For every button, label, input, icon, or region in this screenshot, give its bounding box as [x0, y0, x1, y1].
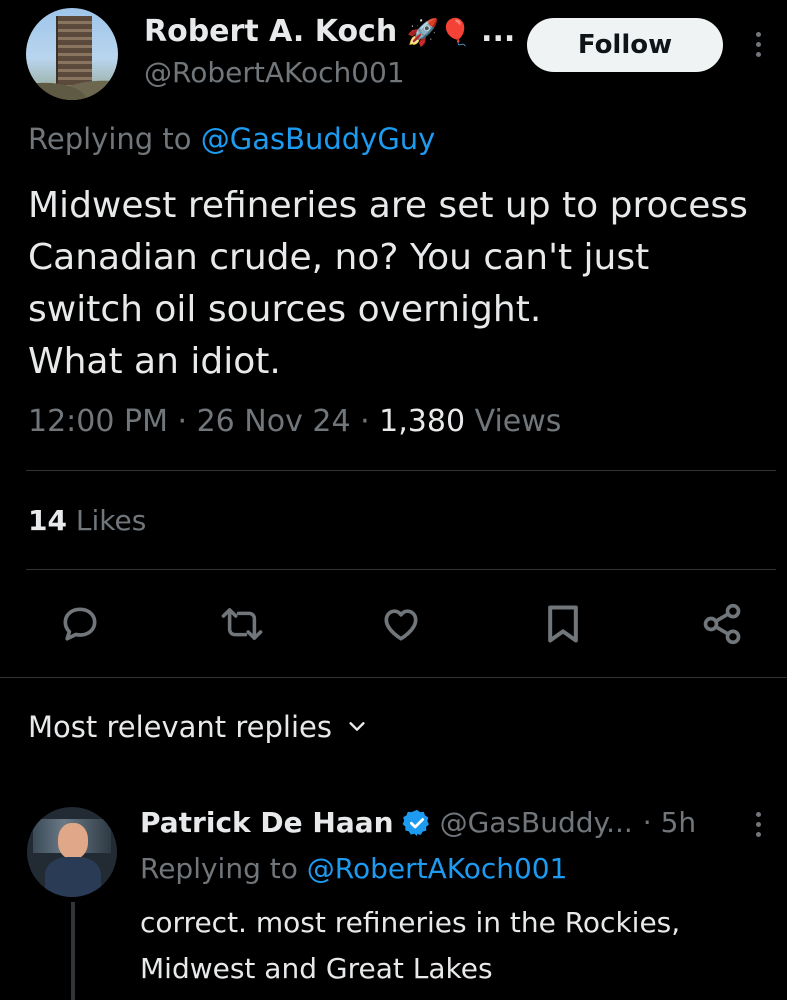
tweet-text-line: Canadian crude, no? You can't just: [28, 237, 650, 278]
replying-to-handle-link[interactable]: @GasBuddyGuy: [201, 122, 436, 156]
reply-text: correct. most refineries in the Rockies,…: [140, 900, 680, 992]
tweet-text-line: What an idiot.: [28, 341, 281, 382]
tweet-text-line: switch oil sources overnight.: [28, 289, 542, 330]
author-emojis: 🚀🎈: [406, 18, 472, 48]
reply-time[interactable]: · 5h: [643, 806, 696, 839]
author-name-ellipsis: ...: [481, 14, 516, 49]
reply-text-line: Midwest and Great Lakes: [140, 952, 493, 985]
chevron-down-icon: [346, 710, 368, 744]
likes-count: 14: [28, 504, 67, 537]
share-icon[interactable]: [700, 602, 744, 646]
author-name: Robert A. Koch: [144, 14, 398, 49]
tweet-meta: 12:00 PM · 26 Nov 24 · 1,380 Views: [28, 404, 561, 439]
reply-author-avatar[interactable]: [27, 807, 117, 897]
author-avatar[interactable]: [26, 8, 118, 100]
avatar-shirt: [45, 857, 101, 897]
tweet-date[interactable]: 26 Nov 24: [197, 404, 351, 439]
avatar-face: [58, 823, 88, 859]
avatar-trees-image: [26, 70, 118, 100]
reply-thread-line: [71, 902, 75, 1000]
likes-stat[interactable]: 14 Likes: [28, 504, 146, 537]
author-name-row[interactable]: Robert A. Koch 🚀🎈 ...: [144, 14, 515, 49]
replies-sort-label: Most relevant replies: [28, 710, 332, 744]
divider: [0, 677, 787, 678]
replying-to-prefix: Replying to: [28, 122, 201, 156]
meta-separator: ·: [167, 404, 197, 439]
follow-button[interactable]: Follow: [527, 18, 723, 72]
reply-replying-to-line: Replying to @RobertAKoch001: [140, 852, 567, 885]
reply-replying-to-prefix: Replying to: [140, 852, 307, 885]
divider: [26, 569, 776, 570]
views-label: Views: [465, 404, 562, 439]
likes-label: Likes: [66, 504, 147, 537]
reply-author-handle[interactable]: @GasBuddy...: [440, 806, 633, 839]
reply-replying-to-handle-link[interactable]: @RobertAKoch001: [307, 852, 568, 885]
replying-to-line: Replying to @GasBuddyGuy: [28, 122, 435, 156]
retweet-icon[interactable]: [219, 602, 265, 646]
views-count: 1,380: [379, 404, 466, 439]
author-handle[interactable]: @RobertAKoch001: [144, 56, 405, 89]
reply-icon[interactable]: [58, 602, 102, 646]
more-options-icon[interactable]: [751, 32, 765, 57]
bookmark-icon[interactable]: [541, 602, 585, 646]
reply-more-options-icon[interactable]: [751, 812, 765, 837]
reply-text-line: correct. most refineries in the Rockies,: [140, 906, 681, 939]
reply-header: Patrick De Haan @GasBuddy... · 5h: [140, 806, 696, 839]
tweet-time[interactable]: 12:00 PM: [28, 404, 168, 439]
reply-author-name[interactable]: Patrick De Haan: [140, 806, 394, 839]
meta-separator: ·: [350, 404, 380, 439]
tweet-text-line: Midwest refineries are set up to process: [28, 185, 748, 226]
tweet-text: Midwest refineries are set up to process…: [28, 180, 748, 388]
like-icon[interactable]: [379, 602, 423, 646]
verified-badge-icon: [402, 808, 432, 838]
divider: [26, 470, 776, 471]
replies-sort-dropdown[interactable]: Most relevant replies: [28, 710, 368, 744]
